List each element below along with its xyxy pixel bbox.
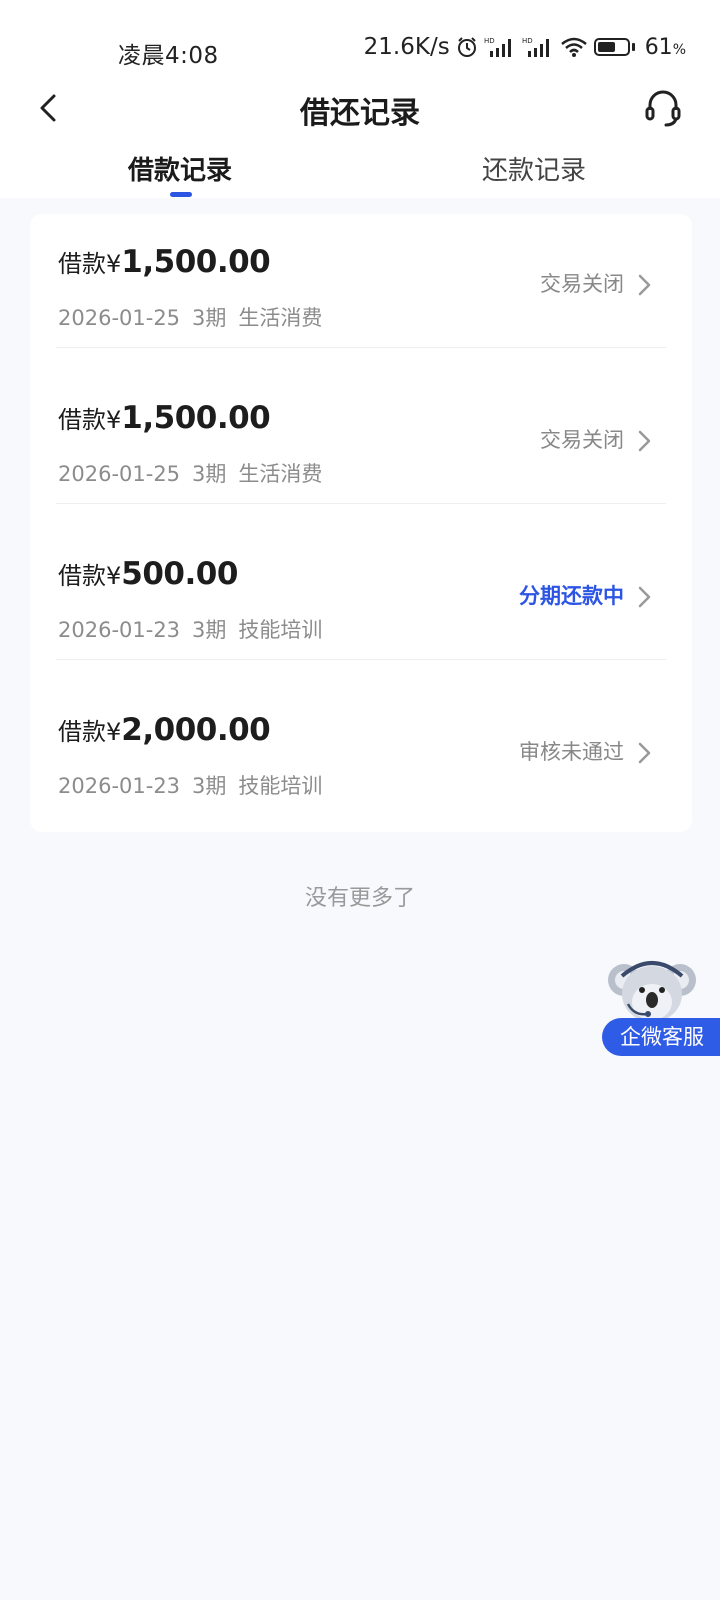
record-meta: 2026-01-23 3期 技能培训: [58, 618, 323, 642]
svg-text:HD: HD: [484, 37, 495, 45]
battery-icon: [593, 38, 635, 56]
record-amount: 借款¥1,500.00: [58, 244, 271, 280]
record-status: 审核未通过: [519, 740, 624, 764]
headset-icon[interactable]: [642, 86, 684, 128]
end-of-list-text: 没有更多了: [304, 886, 415, 911]
signal-hd-icon-1: HD: [484, 37, 511, 57]
record-status: 交易关闭: [540, 272, 624, 296]
record-tabs: 借款记录 还款记录: [0, 150, 720, 198]
active-tab-indicator: [170, 192, 192, 197]
floating-customer-service-button[interactable]: 企微客服: [602, 961, 720, 1080]
record-row[interactable]: 借款¥2,000.00 2026-01-23 3期 技能培训 审核未通过: [30, 682, 692, 838]
chevron-right-icon: [638, 274, 651, 296]
page-title: 借还记录: [300, 96, 420, 131]
record-meta: 2026-01-25 3期 生活消费: [58, 306, 323, 330]
tab-borrow-records[interactable]: 借款记录: [112, 150, 248, 187]
tab-repay-records[interactable]: 还款记录: [466, 150, 602, 187]
chevron-right-icon: [638, 430, 651, 452]
divider: [56, 503, 666, 504]
floating-service-label: 企微客服: [602, 1018, 720, 1056]
wifi-icon: [560, 37, 587, 57]
record-status: 交易关闭: [540, 428, 624, 452]
chevron-right-icon: [638, 586, 651, 608]
record-amount: 借款¥2,000.00: [58, 712, 271, 748]
network-speed: 21.6K/s: [363, 34, 450, 60]
status-time: 凌晨4:08: [118, 43, 219, 69]
record-amount: 借款¥500.00: [58, 556, 238, 592]
divider: [56, 659, 666, 660]
battery-percentage: 61%: [644, 34, 686, 60]
top-bar: 凌晨4:08 21.6K/s HD HD 61% 借还记录 借款记录 还款记录: [0, 0, 720, 198]
record-meta: 2026-01-25 3期 生活消费: [58, 462, 323, 486]
signal-hd-icon-2: HD: [522, 37, 549, 57]
records-card: 借款¥1,500.00 2026-01-25 3期 生活消费 交易关闭 借款¥1,5…: [30, 214, 692, 832]
navigation-bar: 借还记录: [0, 80, 720, 136]
record-meta: 2026-01-23 3期 技能培训: [58, 774, 323, 798]
divider: [56, 347, 666, 348]
record-amount: 借款¥1,500.00: [58, 400, 271, 436]
record-status: 分期还款中: [519, 584, 624, 608]
chevron-right-icon: [638, 742, 651, 764]
status-icons: 21.6K/s HD HD 61%: [364, 34, 686, 60]
alarm-icon: [457, 37, 476, 57]
svg-text:HD: HD: [522, 37, 533, 45]
